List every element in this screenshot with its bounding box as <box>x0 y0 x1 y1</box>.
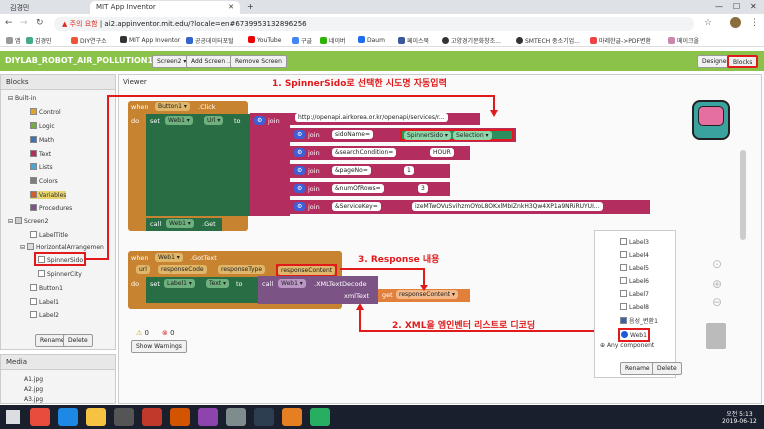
app-icon[interactable] <box>198 408 218 426</box>
windows-start-icon[interactable] <box>6 410 20 424</box>
flyout-item[interactable]: Label6 <box>620 277 649 285</box>
flyout-item[interactable]: Label7 <box>620 290 649 298</box>
trash-icon[interactable] <box>706 323 726 349</box>
arrow-line <box>86 95 495 260</box>
system-clock[interactable]: 오전 5:13 2019-06-12 <box>722 409 757 425</box>
error-icon: ⊗ <box>162 329 168 337</box>
app-icon[interactable] <box>142 408 162 426</box>
flyout-rename-button[interactable]: Rename <box>620 362 655 375</box>
zoom-out-icon[interactable]: ⊖ <box>712 295 722 309</box>
flyout-item[interactable]: Label5 <box>620 264 649 272</box>
app-icon[interactable] <box>114 408 134 426</box>
warning-indicator: ⚠ 0 <box>136 329 149 337</box>
show-warnings-button[interactable]: Show Warnings <box>131 340 187 353</box>
app-icon[interactable] <box>226 408 246 426</box>
flyout-label: 음성_변환1 <box>629 318 658 325</box>
warning-icon: ⚠ <box>136 329 143 337</box>
globe-icon <box>621 331 628 338</box>
app-icon[interactable] <box>254 408 274 426</box>
error-indicator: ⊗ 0 <box>162 329 175 337</box>
annotation-1: 1. SpinnerSido로 선택한 시도명 자동입력 <box>272 79 447 89</box>
flyout-any-component[interactable]: ⊕ Any component <box>600 342 654 349</box>
flyout-item[interactable]: Label3 <box>620 238 649 246</box>
ie-icon[interactable] <box>58 408 78 426</box>
annotation-3: 3. Response 내용 <box>358 255 440 265</box>
recenter-icon[interactable]: ⊙ <box>712 257 722 271</box>
flyout-label: Label4 <box>629 252 650 259</box>
flyout-label: Label3 <box>629 239 650 246</box>
flyout-label: Label5 <box>629 265 650 272</box>
app-icon[interactable] <box>310 408 330 426</box>
flyout-item[interactable]: Label8 <box>620 303 649 311</box>
arrow-head <box>356 303 364 310</box>
error-count: 0 <box>170 329 175 337</box>
arrow-head <box>490 110 498 117</box>
arrow-line <box>340 268 425 287</box>
clock-time: 오전 5:13 <box>726 411 753 418</box>
clock-date: 2019-06-12 <box>722 418 757 425</box>
flyout-label: Label7 <box>629 291 650 298</box>
chrome-icon[interactable] <box>30 408 50 426</box>
app-icon[interactable] <box>170 408 190 426</box>
flyout-delete-button[interactable]: Delete <box>652 362 682 375</box>
flyout-item[interactable]: Label4 <box>620 251 649 259</box>
warning-count: 0 <box>144 329 149 337</box>
arrow-head <box>420 285 428 291</box>
annotation-2: 2. XML을 엠인벤터 리스트로 디코딩 <box>392 321 536 331</box>
vertical-scrollbar[interactable] <box>740 150 746 240</box>
flyout-label: Label6 <box>629 278 650 285</box>
flyout-label: Any component <box>606 342 655 349</box>
flyout-label: Label8 <box>629 304 650 311</box>
app-icon[interactable] <box>282 408 302 426</box>
flyout-item[interactable]: 음성_변환1 <box>620 316 658 325</box>
explorer-icon[interactable] <box>86 408 106 426</box>
flyout-item-web1[interactable]: Web1 <box>618 328 650 342</box>
flyout-label: Web1 <box>630 332 647 339</box>
zoom-in-icon[interactable]: ⊕ <box>712 277 722 291</box>
